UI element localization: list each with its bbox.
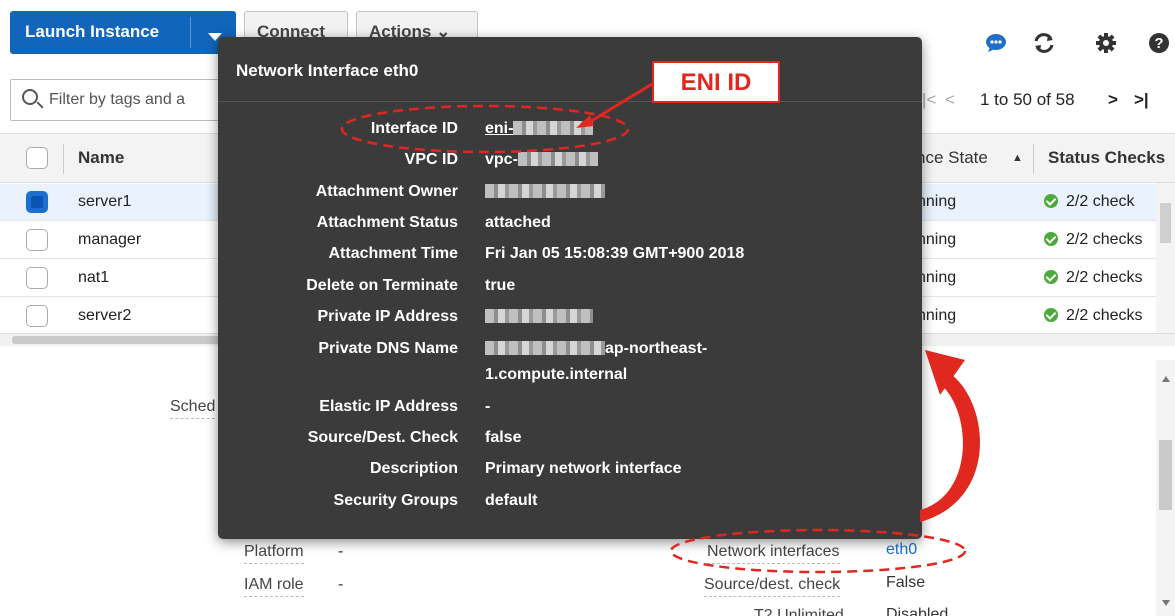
callout-arrow-line	[587, 82, 653, 125]
interface-id-highlight-ellipse	[340, 104, 630, 154]
callout-arrowhead-icon	[576, 115, 594, 128]
annotation-overlay	[340, 82, 981, 574]
network-interfaces-highlight-ellipse	[669, 528, 967, 574]
curved-arrow-icon	[920, 372, 981, 522]
eni-id-callout: ENI ID	[652, 61, 780, 103]
eni-id-callout-text: ENI ID	[680, 69, 752, 96]
